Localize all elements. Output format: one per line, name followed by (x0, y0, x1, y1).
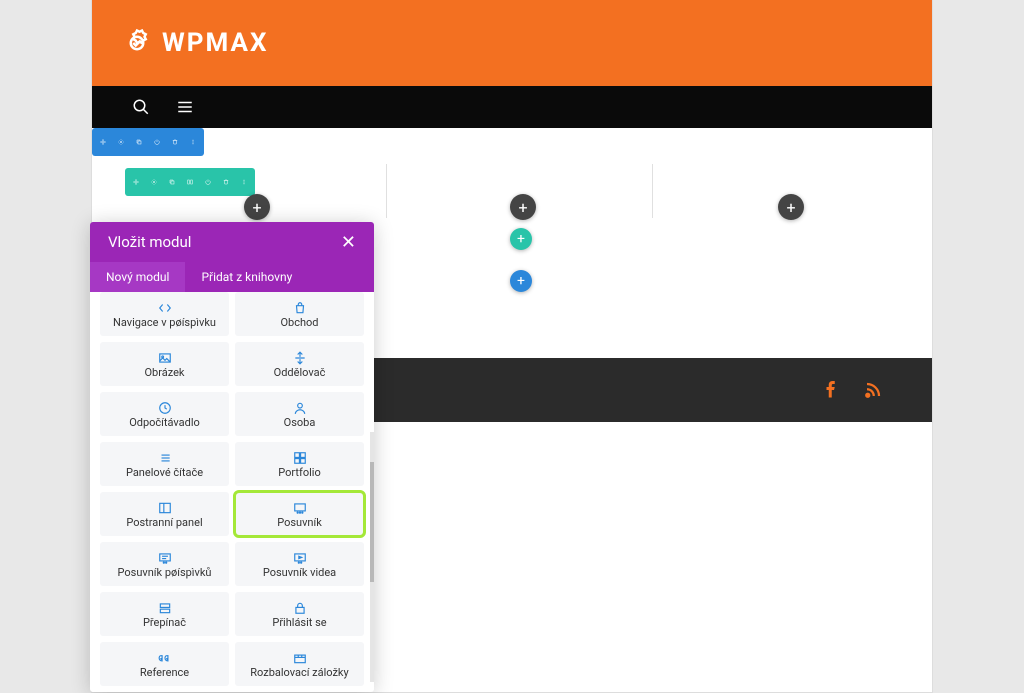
tab-library[interactable]: Přidat z knihovny (185, 262, 308, 292)
trash-icon[interactable] (219, 175, 233, 189)
dots-icon[interactable] (186, 135, 200, 149)
module-lock[interactable]: Přihlásit se (235, 592, 364, 636)
module-code[interactable]: Navigace v pøíspìvku (100, 292, 229, 336)
module-clock[interactable]: Odpočítávadlo (100, 392, 229, 436)
logo-text: WPMAX (162, 28, 268, 58)
power-icon[interactable] (201, 175, 215, 189)
module-grid[interactable]: Portfolio (235, 442, 364, 486)
tab-new-module[interactable]: Nový modul (90, 262, 185, 292)
module-label: Přepínač (143, 616, 186, 629)
module-label: Přihlásit se (272, 616, 326, 629)
module-label: Posuvník (277, 516, 322, 529)
gear-icon[interactable] (114, 135, 128, 149)
popup-header: Vložit modul ✕ (90, 222, 374, 262)
divider-icon (293, 350, 307, 364)
module-video[interactable]: Posuvník videa (235, 542, 364, 586)
toggle-icon (158, 600, 172, 614)
module-label: Posuvník pøíspìvků (118, 566, 212, 579)
gear-icon[interactable] (147, 175, 161, 189)
insert-module-popup: Vložit modul ✕ Nový modul Přidat z kniho… (90, 222, 374, 692)
move-icon[interactable] (96, 135, 110, 149)
popup-tabs: Nový modul Přidat z knihovny (90, 262, 374, 292)
module-divider[interactable]: Oddělovač (235, 342, 364, 386)
module-label: Portfolio (278, 466, 320, 479)
module-label: Obrázek (144, 366, 184, 379)
gear-check-icon (122, 28, 152, 58)
duplicate-icon[interactable] (165, 175, 179, 189)
tabs-icon (293, 650, 307, 664)
add-section-button[interactable]: + (510, 270, 532, 292)
search-icon[interactable] (132, 98, 150, 116)
module-sidepanel[interactable]: Postranní panel (100, 492, 229, 536)
columns-icon[interactable] (183, 175, 197, 189)
module-toggle[interactable]: Přepínač (100, 592, 229, 636)
scrollbar-track (370, 432, 374, 682)
module-tabs[interactable]: Rozbalovací záložky (235, 642, 364, 686)
add-module-button[interactable]: + (244, 194, 270, 220)
power-icon[interactable] (150, 135, 164, 149)
person-icon (293, 400, 307, 414)
module-label: Odpočítávadlo (129, 416, 200, 429)
menu-icon[interactable] (176, 98, 194, 116)
slider2-icon (158, 550, 172, 564)
code-icon (158, 300, 172, 314)
facebook-icon[interactable] (822, 381, 840, 399)
module-bag[interactable]: Obchod (235, 292, 364, 336)
rss-icon[interactable] (864, 381, 882, 399)
module-slider2[interactable]: Posuvník pøíspìvků (100, 542, 229, 586)
column-divider (386, 164, 387, 218)
module-list: Navigace v pøíspìvku Obchod Obrázek Oddělov… (90, 292, 374, 692)
module-slider[interactable]: Posuvník (235, 492, 364, 536)
video-icon (293, 550, 307, 564)
slider-icon (293, 500, 307, 514)
clock-icon (158, 400, 172, 414)
module-label: Oddělovač (274, 366, 326, 379)
section-toolbar (92, 128, 204, 156)
module-label: Panelové čítače (126, 466, 203, 479)
module-label: Osoba (284, 416, 316, 429)
add-module-button[interactable]: + (510, 194, 536, 220)
site-header: WPMAX (92, 0, 932, 86)
dots-icon[interactable] (237, 175, 251, 189)
module-label: Rozbalovací záložky (250, 666, 348, 679)
scrollbar-thumb[interactable] (370, 462, 374, 582)
move-icon[interactable] (129, 175, 143, 189)
module-quote[interactable]: Reference (100, 642, 229, 686)
module-image[interactable]: Obrázek (100, 342, 229, 386)
add-row-button[interactable]: + (510, 228, 532, 250)
module-label: Reference (140, 666, 189, 679)
list-icon (158, 450, 172, 464)
grid-icon (293, 450, 307, 464)
quote-icon (158, 650, 172, 664)
module-label: Postranní panel (126, 516, 202, 529)
module-person[interactable]: Osoba (235, 392, 364, 436)
close-icon[interactable]: ✕ (341, 232, 356, 253)
top-nav (92, 86, 932, 128)
module-label: Navigace v pøíspìvku (113, 316, 216, 329)
bag-icon (293, 300, 307, 314)
add-module-button[interactable]: + (778, 194, 804, 220)
module-label: Posuvník videa (263, 566, 336, 579)
module-list[interactable]: Panelové čítače (100, 442, 229, 486)
column-divider (652, 164, 653, 218)
sidepanel-icon (158, 500, 172, 514)
popup-title: Vložit modul (108, 233, 191, 251)
module-label: Obchod (280, 316, 318, 329)
row-toolbar (125, 168, 255, 196)
image-icon (158, 350, 172, 364)
duplicate-icon[interactable] (132, 135, 146, 149)
site-logo[interactable]: WPMAX (122, 28, 268, 58)
lock-icon (293, 600, 307, 614)
trash-icon[interactable] (168, 135, 182, 149)
